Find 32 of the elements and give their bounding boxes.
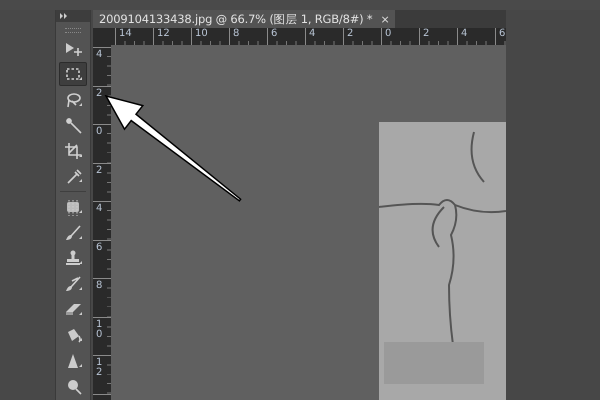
ruler-label: 2 xyxy=(96,166,104,176)
ruler-label: 4 xyxy=(96,204,104,214)
ruler-label: 2 xyxy=(347,28,354,39)
ruler-label: 10 xyxy=(96,320,104,340)
ruler-label: 4 xyxy=(309,28,316,39)
crop-icon xyxy=(64,142,82,160)
ruler-label: 4 xyxy=(461,28,468,39)
ruler-label: 6 xyxy=(96,242,104,252)
ruler-label: 6 xyxy=(499,28,506,39)
lasso-icon xyxy=(64,90,82,109)
ruler-label: 14 xyxy=(119,28,132,39)
document-title: 2009104133438.jpg @ 66.7% (图层 1, RGB/8#) * xyxy=(99,12,372,26)
brush-icon xyxy=(64,224,82,242)
close-button[interactable]: × xyxy=(380,12,390,26)
stamp-icon xyxy=(64,249,82,268)
document-tab[interactable]: 2009104133438.jpg @ 66.7% (图层 1, RGB/8#) * × xyxy=(93,10,396,28)
ruler-label: 2 xyxy=(96,88,104,98)
ruler-label: 0 xyxy=(385,28,392,39)
history-brush-icon xyxy=(64,274,82,293)
ruler-label: 0 xyxy=(96,127,104,137)
ruler-label: 2 xyxy=(423,28,430,39)
ruler-label: 10 xyxy=(195,28,208,39)
magic-wand-icon xyxy=(64,116,82,134)
ruler-label: 12 xyxy=(96,358,104,378)
ruler-label: 8 xyxy=(96,281,104,291)
ruler-label: 8 xyxy=(233,28,240,39)
ruler-label: 6 xyxy=(271,28,278,39)
expand-icon[interactable] xyxy=(60,12,68,19)
ruler-label: 4 xyxy=(96,50,104,60)
patch-icon xyxy=(64,198,82,216)
tool-button[interactable] xyxy=(59,62,87,86)
ruler-label: 12 xyxy=(157,28,170,39)
